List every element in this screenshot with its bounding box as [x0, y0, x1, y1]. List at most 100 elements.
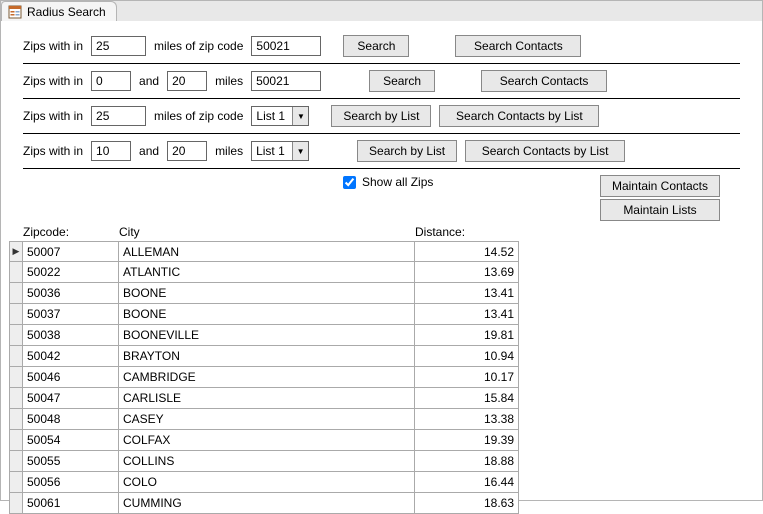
cell-distance[interactable]: 18.63	[415, 493, 519, 514]
table-row[interactable]: ▶50007ALLEMAN14.52	[9, 241, 762, 262]
cell-zip[interactable]: 50022	[23, 262, 119, 283]
cell-zip[interactable]: 50037	[23, 304, 119, 325]
list-dropdown[interactable]: List 1 ▼	[251, 141, 309, 161]
cell-distance[interactable]: 19.39	[415, 430, 519, 451]
table-row[interactable]: 50037BOONE13.41	[9, 304, 762, 325]
cell-city[interactable]: CAMBRIDGE	[119, 367, 415, 388]
cell-city[interactable]: CASEY	[119, 409, 415, 430]
cell-distance[interactable]: 13.38	[415, 409, 519, 430]
list-dropdown[interactable]: List 1 ▼	[251, 106, 309, 126]
search-contacts-by-list-button[interactable]: Search Contacts by List	[439, 105, 599, 127]
cell-distance[interactable]: 18.88	[415, 451, 519, 472]
search-by-list-button[interactable]: Search by List	[331, 105, 431, 127]
table-row[interactable]: 50047CARLISLE15.84	[9, 388, 762, 409]
row-selector[interactable]	[9, 409, 23, 430]
search-button[interactable]: Search	[369, 70, 435, 92]
miles-from-input[interactable]	[91, 141, 131, 161]
cell-zip[interactable]: 50055	[23, 451, 119, 472]
search-contacts-by-list-button[interactable]: Search Contacts by List	[465, 140, 625, 162]
row-selector[interactable]	[9, 283, 23, 304]
cell-zip[interactable]: 50007	[23, 241, 119, 262]
maintain-lists-button[interactable]: Maintain Lists	[600, 199, 720, 221]
table-row[interactable]: 50036BOONE13.41	[9, 283, 762, 304]
search-contacts-button[interactable]: Search Contacts	[455, 35, 581, 57]
table-row[interactable]: 50054COLFAX19.39	[9, 430, 762, 451]
zip-input[interactable]	[251, 71, 321, 91]
cell-distance[interactable]: 14.52	[415, 241, 519, 262]
row-selector[interactable]	[9, 367, 23, 388]
cell-city[interactable]: ALLEMAN	[119, 241, 415, 262]
table-row[interactable]: 50055COLLINS18.88	[9, 451, 762, 472]
search-contacts-button[interactable]: Search Contacts	[481, 70, 607, 92]
cell-distance[interactable]: 10.17	[415, 367, 519, 388]
cell-city[interactable]: BRAYTON	[119, 346, 415, 367]
cell-distance[interactable]: 10.94	[415, 346, 519, 367]
zip-input[interactable]	[251, 36, 321, 56]
table-row[interactable]: 50022ATLANTIC13.69	[9, 262, 762, 283]
cell-city[interactable]: ATLANTIC	[119, 262, 415, 283]
search-button[interactable]: Search	[343, 35, 409, 57]
cell-zip[interactable]: 50042	[23, 346, 119, 367]
cell-city[interactable]: BOONE	[119, 283, 415, 304]
row-selector[interactable]	[9, 451, 23, 472]
chevron-down-icon: ▼	[292, 107, 308, 125]
cell-distance[interactable]: 16.44	[415, 472, 519, 493]
row-selector[interactable]	[9, 430, 23, 451]
row-selector[interactable]	[9, 262, 23, 283]
table-row[interactable]: 50038BOONEVILLE19.81	[9, 325, 762, 346]
table-row[interactable]: 50056COLO16.44	[9, 472, 762, 493]
miles-to-input[interactable]	[167, 141, 207, 161]
cell-city[interactable]: CUMMING	[119, 493, 415, 514]
row-selector[interactable]: ▶	[9, 241, 23, 262]
row-selector[interactable]	[9, 346, 23, 367]
cell-zip[interactable]: 50048	[23, 409, 119, 430]
cell-distance[interactable]: 15.84	[415, 388, 519, 409]
grid-body: ▶50007ALLEMAN14.5250022ATLANTIC13.695003…	[9, 241, 762, 514]
cell-distance[interactable]: 13.41	[415, 283, 519, 304]
table-row[interactable]: 50046CAMBRIDGE10.17	[9, 367, 762, 388]
row-selector[interactable]	[9, 472, 23, 493]
label: Zips with in	[23, 144, 83, 158]
cell-zip[interactable]: 50056	[23, 472, 119, 493]
lower-controls: Show all Zips Maintain Contacts Maintain…	[1, 169, 762, 225]
cell-zip[interactable]: 50038	[23, 325, 119, 346]
miles-to-input[interactable]	[167, 71, 207, 91]
results-grid: Zipcode: City Distance: ▶50007ALLEMAN14.…	[1, 225, 762, 514]
show-all-zips-checkbox[interactable]: Show all Zips	[343, 175, 433, 189]
cell-city[interactable]: BOONE	[119, 304, 415, 325]
cell-city[interactable]: COLFAX	[119, 430, 415, 451]
row-selector[interactable]	[9, 388, 23, 409]
cell-zip[interactable]: 50046	[23, 367, 119, 388]
miles-input[interactable]	[91, 36, 146, 56]
search-row-list-range: Zips with in and miles List 1 ▼ Search b…	[23, 134, 740, 169]
search-by-list-button[interactable]: Search by List	[357, 140, 457, 162]
label: Zips with in	[23, 39, 83, 53]
cell-distance[interactable]: 13.69	[415, 262, 519, 283]
tab-radius-search[interactable]: Radius Search	[1, 1, 117, 21]
cell-zip[interactable]: 50061	[23, 493, 119, 514]
table-row[interactable]: 50042BRAYTON10.94	[9, 346, 762, 367]
table-row[interactable]: 50061CUMMING18.63	[9, 493, 762, 514]
cell-city[interactable]: COLO	[119, 472, 415, 493]
checkbox-input[interactable]	[343, 176, 356, 189]
cell-distance[interactable]: 13.41	[415, 304, 519, 325]
search-row-list-radius: Zips with in miles of zip code List 1 ▼ …	[23, 99, 740, 134]
cell-city[interactable]: COLLINS	[119, 451, 415, 472]
row-selector[interactable]	[9, 304, 23, 325]
label-and: and	[139, 74, 159, 88]
cell-city[interactable]: BOONEVILLE	[119, 325, 415, 346]
table-row[interactable]: 50048CASEY13.38	[9, 409, 762, 430]
row-selector[interactable]	[9, 325, 23, 346]
maintain-contacts-button[interactable]: Maintain Contacts	[600, 175, 720, 197]
miles-input[interactable]	[91, 106, 146, 126]
label-and: and	[139, 144, 159, 158]
cell-distance[interactable]: 19.81	[415, 325, 519, 346]
row-selector[interactable]	[9, 493, 23, 514]
miles-from-input[interactable]	[91, 71, 131, 91]
column-header-city: City	[119, 225, 415, 239]
cell-zip[interactable]: 50054	[23, 430, 119, 451]
grid-header-row: Zipcode: City Distance:	[9, 225, 762, 239]
cell-zip[interactable]: 50036	[23, 283, 119, 304]
cell-city[interactable]: CARLISLE	[119, 388, 415, 409]
cell-zip[interactable]: 50047	[23, 388, 119, 409]
